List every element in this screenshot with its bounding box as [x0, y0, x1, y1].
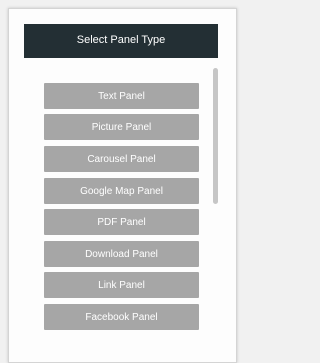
panel-type-download-button[interactable]: Download Panel	[44, 241, 199, 267]
panel-type-google-map-button[interactable]: Google Map Panel	[44, 178, 199, 204]
panel-type-link-button[interactable]: Link Panel	[44, 272, 199, 298]
scrollbar-thumb[interactable]	[213, 68, 218, 204]
panel-type-picture-button[interactable]: Picture Panel	[44, 114, 199, 140]
panel-type-text-button[interactable]: Text Panel	[44, 83, 199, 109]
list-scrollbar[interactable]	[213, 68, 219, 338]
panel-type-carousel-button[interactable]: Carousel Panel	[44, 146, 199, 172]
panel-type-pdf-button[interactable]: PDF Panel	[44, 209, 199, 235]
panel-type-facebook-button[interactable]: Facebook Panel	[44, 304, 199, 330]
panel-type-list: Text Panel Picture Panel Carousel Panel …	[34, 64, 224, 334]
dialog-title: Select Panel Type	[24, 24, 218, 58]
